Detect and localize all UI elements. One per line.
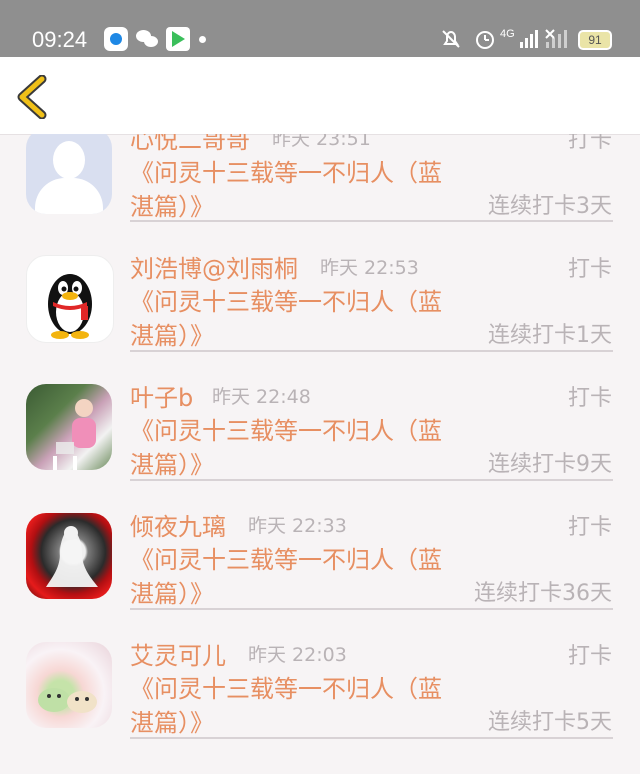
divider [130,608,613,610]
avatar[interactable] [26,384,112,470]
streak-days: 连续打卡9天 [488,452,612,477]
sim2-signal-icon [544,28,574,50]
divider [130,479,613,481]
book-title-line2[interactable]: 湛篇）》 [130,445,214,480]
user-name[interactable]: 倾夜九璃 [130,507,226,542]
checkin-action: 打卡 [567,386,612,411]
list-item[interactable]: 艾灵可儿 昨天 22:03 打卡 《问灵十三载等一不归人（蓝 湛篇）》 连续打卡… [0,636,640,765]
checkin-time: 昨天 22:03 [248,644,347,666]
status-bar: 09:24 4G 91 [0,0,640,57]
user-name[interactable]: 叶子b [130,378,193,413]
checkin-action: 打卡 [567,257,612,282]
checkin-action: 打卡 [567,515,612,540]
notification-dot-icon [199,36,206,43]
avatar[interactable] [26,255,114,343]
top-bar [0,57,640,135]
book-title-line2[interactable]: 湛篇）》 [130,574,214,609]
video-app-icon [166,27,190,51]
book-title-line1[interactable]: 《问灵十三载等一不归人（蓝 [130,411,442,446]
book-title-line2[interactable]: 湛篇）》 [130,703,214,738]
back-button[interactable] [14,74,50,120]
battery-icon: 91 [578,30,612,50]
list-item[interactable]: 心悦二哥哥 昨天 23:51 打卡 《问灵十三载等一不归人（蓝 湛篇）》 连续打… [0,134,640,249]
book-title-line1[interactable]: 《问灵十三载等一不归人（蓝 [130,540,442,575]
avatar[interactable] [26,513,112,599]
checkin-time: 昨天 22:53 [320,257,419,279]
qq-penguin-icon [48,274,92,339]
list-item[interactable]: 倾夜九璃 昨天 22:33 打卡 《问灵十三载等一不归人（蓝 湛篇）》 连续打卡… [0,507,640,636]
checkin-action: 打卡 [567,644,612,669]
checkin-time: 昨天 22:33 [248,515,347,537]
book-title-line2[interactable]: 湛篇）》 [130,316,214,351]
list-item[interactable]: 叶子b 昨天 22:48 打卡 《问灵十三载等一不归人（蓝 湛篇）》 连续打卡9… [0,378,640,507]
checkin-list[interactable]: 心悦二哥哥 昨天 23:51 打卡 《问灵十三载等一不归人（蓝 湛篇）》 连续打… [0,134,640,774]
book-title-line1[interactable]: 《问灵十三载等一不归人（蓝 [130,669,442,704]
avatar[interactable] [26,642,112,728]
cellular-signal-icon: 4G [500,28,540,50]
streak-days: 连续打卡5天 [488,710,612,735]
checkin-time: 昨天 23:51 [272,134,371,150]
alarm-icon [474,28,496,50]
user-name[interactable]: 艾灵可儿 [130,636,226,671]
status-time: 09:24 [32,27,88,52]
streak-days: 连续打卡3天 [488,194,612,219]
book-title-line1[interactable]: 《问灵十三载等一不归人（蓝 [130,282,442,317]
streak-days: 连续打卡36天 [474,581,612,606]
avatar[interactable] [26,134,112,214]
chevron-left-icon [17,74,47,120]
divider [130,220,613,222]
qq-icon [104,27,128,51]
user-name[interactable]: 刘浩博@刘雨桐 [130,249,298,284]
user-name[interactable]: 心悦二哥哥 [130,134,250,155]
checkin-action: 打卡 [567,134,612,153]
divider [130,737,613,739]
wechat-icon [136,27,160,51]
streak-days: 连续打卡1天 [488,323,612,348]
book-title-line1[interactable]: 《问灵十三载等一不归人（蓝 [130,153,442,188]
list-item[interactable]: 刘浩博@刘雨桐 昨天 22:53 打卡 《问灵十三载等一不归人（蓝 湛篇）》 连… [0,249,640,378]
figure-photo-icon [46,526,98,587]
checkin-time: 昨天 22:48 [212,386,311,408]
mute-icon [438,28,464,50]
plush-toy-photo-icon [38,688,97,713]
divider [130,350,613,352]
person-photo-icon [53,399,96,470]
book-title-line2[interactable]: 湛篇）》 [130,187,214,222]
